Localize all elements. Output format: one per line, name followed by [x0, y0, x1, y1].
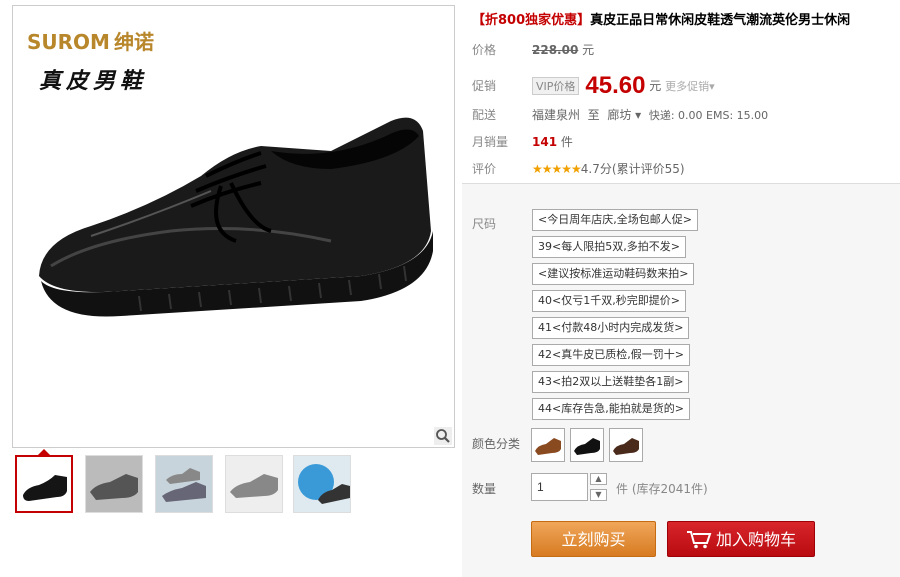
- thumbnail-1[interactable]: [15, 455, 73, 513]
- chevron-down-icon: ▾: [635, 108, 642, 122]
- cart-icon: [686, 531, 712, 549]
- size-option[interactable]: 41<付款48小时内完成发货>: [532, 317, 690, 339]
- original-price: 228.00: [532, 43, 579, 57]
- shipping-row: 配送 福建泉州 至 廊坊 ▾ 快递: 0.00 EMS: 15.00: [472, 106, 768, 123]
- quantity-decrease-button[interactable]: ▼: [590, 489, 607, 501]
- zoom-icon[interactable]: [434, 427, 452, 445]
- monthly-sales-unit: 件: [560, 135, 573, 149]
- size-option[interactable]: <今日周年店庆,全场包邮人促>: [532, 209, 698, 231]
- color-label: 颜色分类: [472, 437, 521, 451]
- size-option[interactable]: 39<每人限拍5双,多拍不发>: [532, 236, 686, 258]
- more-promo-link[interactable]: 更多促销▾: [665, 80, 715, 93]
- thumbnail-5[interactable]: [293, 455, 351, 513]
- quantity-increase-button[interactable]: ▲: [590, 473, 607, 485]
- brand-logo: SUROM 绅诺 真皮男鞋: [27, 26, 154, 95]
- add-to-cart-label: 加入购物车: [715, 530, 796, 549]
- promo-row: 促销 VIP价格 45.60 元 更多促销▾: [472, 72, 715, 100]
- main-product-image[interactable]: SUROM 绅诺 真皮男鞋: [12, 5, 455, 448]
- thumbnail-4[interactable]: [225, 455, 283, 513]
- add-to-cart-button[interactable]: 加入购物车: [667, 521, 815, 557]
- vip-price-tag: VIP价格: [532, 77, 580, 95]
- color-option-black[interactable]: [570, 428, 604, 462]
- chevron-down-icon: ▾: [709, 80, 715, 93]
- color-option-dark-brown[interactable]: [609, 428, 643, 462]
- buy-now-button[interactable]: 立刻购买: [531, 521, 656, 557]
- monthly-sales-label: 月销量: [472, 135, 509, 149]
- monthly-sales-count: 141: [532, 135, 558, 149]
- brand-name-cn: 绅诺: [113, 30, 154, 54]
- shoe-image: [39, 117, 433, 317]
- shipping-label: 配送: [472, 108, 497, 122]
- size-option[interactable]: 42<真牛皮已质检,假一罚十>: [532, 344, 690, 366]
- size-option[interactable]: 43<拍2双以上送鞋垫各1副>: [532, 371, 690, 393]
- product-title: 【折800独家优惠】真皮正品日常休闲皮鞋透气潮流英伦男士休闲: [472, 9, 850, 28]
- stock-text: 件 (库存2041件): [616, 482, 708, 496]
- rating-label: 评价: [472, 162, 497, 176]
- ship-from: 福建泉州: [532, 108, 581, 122]
- star-rating-icon: ★★★★★: [532, 162, 582, 176]
- promo-unit: 元: [649, 79, 662, 93]
- color-option-brown[interactable]: [531, 428, 565, 462]
- monthly-sales-row: 月销量 141 件: [472, 133, 573, 150]
- shipping-fee: 快递: 0.00 EMS: 15.00: [648, 109, 769, 122]
- size-label: 尺码: [472, 217, 497, 231]
- price-row: 价格 228.00 元: [472, 41, 594, 58]
- quantity-input[interactable]: [531, 473, 588, 501]
- promo-price: 45.60: [585, 72, 646, 99]
- rating-row: 评价 ★★★★★4.7分(累计评价55): [472, 160, 685, 177]
- title-text: 真皮正品日常休闲皮鞋透气潮流英伦男士休闲: [590, 13, 851, 28]
- title-promo-prefix: 【折800独家优惠】: [472, 13, 591, 28]
- thumbnail-3[interactable]: [155, 455, 213, 513]
- rating-text[interactable]: 4.7分(累计评价55): [581, 162, 685, 176]
- promo-label: 促销: [472, 79, 497, 93]
- price-unit: 元: [582, 43, 595, 57]
- size-option[interactable]: 40<仅亏1千双,秒完即提价>: [532, 290, 686, 312]
- size-option[interactable]: 44<库存告急,能拍就是货的>: [532, 398, 690, 420]
- price-label: 价格: [472, 43, 497, 57]
- brand-name-en: SUROM: [27, 30, 110, 54]
- quantity-label: 数量: [472, 482, 497, 496]
- size-option[interactable]: <建议按标准运动鞋码数来拍>: [532, 263, 695, 285]
- ship-to-word: 至: [587, 108, 600, 122]
- ship-to-select[interactable]: 廊坊 ▾: [607, 108, 641, 122]
- thumbnail-2[interactable]: [85, 455, 143, 513]
